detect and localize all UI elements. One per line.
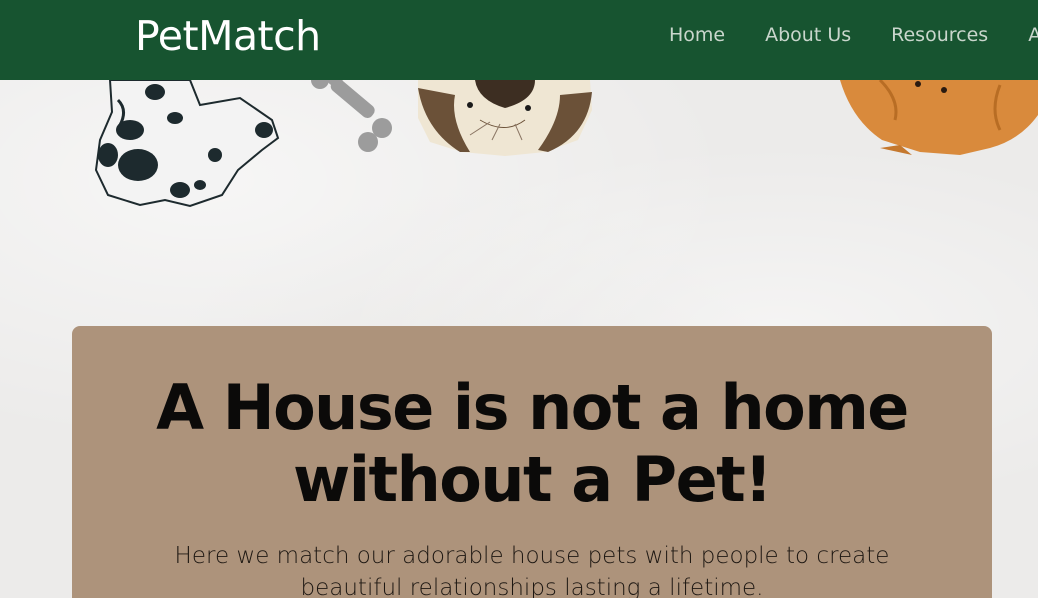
nav-link-resources[interactable]: Resources: [891, 24, 988, 46]
brand-logo[interactable]: PetMatch: [135, 12, 321, 60]
nav-links: Home About Us Resources Ac: [669, 24, 1038, 46]
hero-subtitle: Here we match our adorable house pets wi…: [174, 543, 890, 598]
nav-link-home[interactable]: Home: [669, 24, 725, 46]
hero-title: A House is not a home without a Pet!: [72, 372, 992, 516]
orange-cat-icon: [840, 80, 1038, 155]
hero-card: A House is not a home without a Pet! Her…: [72, 326, 992, 598]
siamese-cat-icon: [418, 80, 592, 156]
pets-illustration: [94, 80, 1038, 208]
nav-link-adopt[interactable]: Ac: [1028, 24, 1038, 46]
bone-icon: [311, 80, 392, 152]
dalmatian-icon: [94, 80, 280, 208]
hero-title-line-2: without a Pet!: [292, 443, 773, 516]
hero-title-line-1: A House is not a home: [156, 371, 909, 444]
nav-link-about-us[interactable]: About Us: [765, 24, 851, 46]
top-navbar: PetMatch Home About Us Resources Ac: [0, 0, 1038, 80]
